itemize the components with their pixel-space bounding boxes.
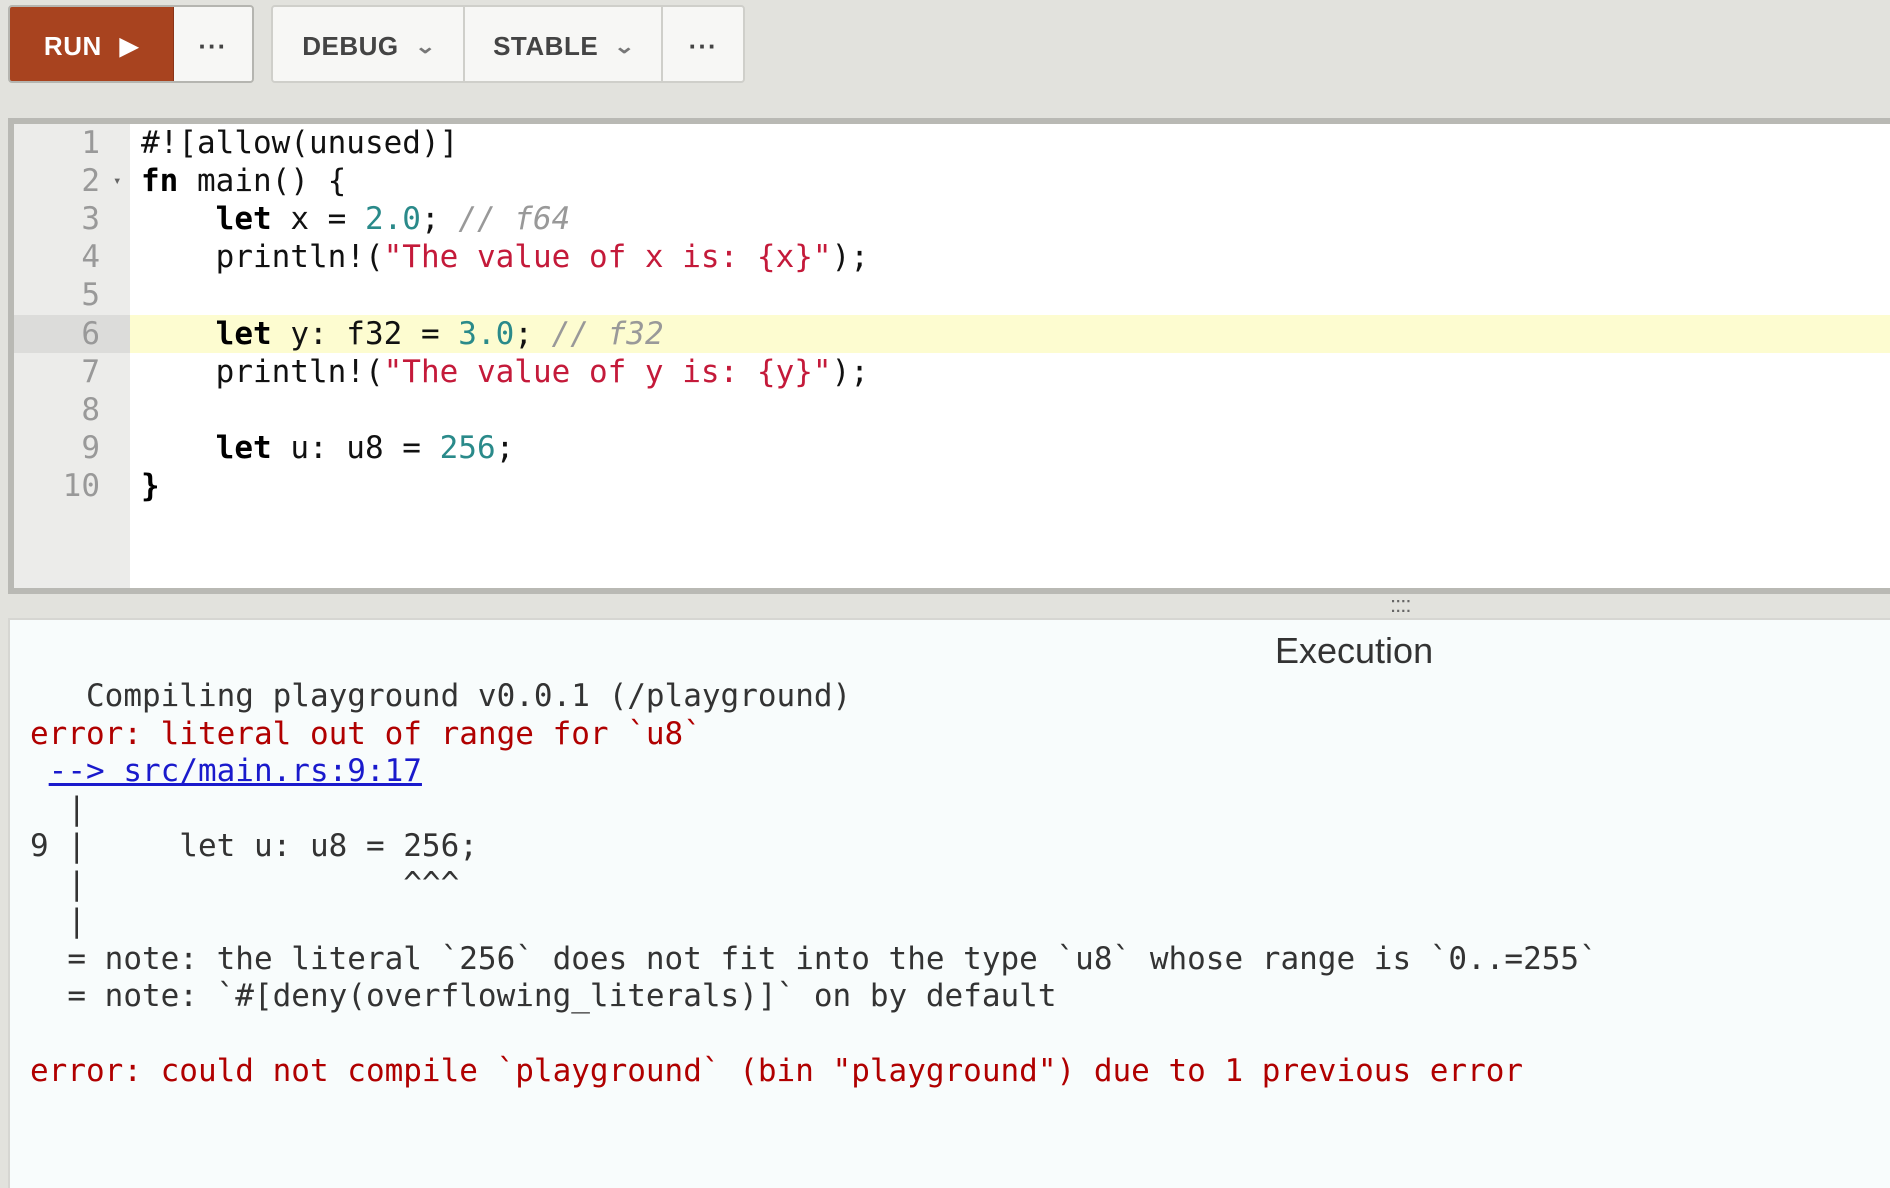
output-log: Compiling playground v0.0.1 (/playground… [30, 678, 1598, 1091]
output-line: --> src/main.rs:9:17 [30, 753, 422, 789]
source-location-link[interactable]: --> src/main.rs:9:17 [49, 753, 422, 789]
output-line: = note: the literal `256` does not fit i… [30, 940, 1598, 977]
code-text: fn main() { [141, 163, 347, 200]
code-text: println!("The value of y is: {y}"); [141, 353, 869, 390]
code-text: let u: u8 = 256; [215, 429, 515, 466]
pane-splitter[interactable]: :::: [0, 594, 1890, 618]
code-text: } [141, 467, 160, 504]
toolbar: RUN ▶ ··· DEBUG ⌄ STABLE ⌄ ··· [8, 5, 1888, 85]
code-line[interactable]: 1 #![allow(unused)] [14, 124, 1890, 162]
line-number: 9 [81, 429, 100, 466]
more-icon: ··· [688, 30, 718, 61]
code-text: println!("The value of x is: {x}"); [141, 239, 869, 276]
output-title: Execution [1275, 630, 1434, 671]
code-text: #![allow(unused)] [141, 125, 459, 161]
code-line[interactable]: 7 println!("The value of y is: {y}"); [14, 353, 1890, 391]
fold-toggle-icon[interactable]: ▾ [113, 162, 121, 200]
line-number: 4 [81, 239, 100, 276]
more-icon: ··· [198, 30, 228, 61]
run-button[interactable]: RUN ▶ [10, 7, 174, 81]
run-button-group: RUN ▶ ··· [8, 5, 254, 83]
output-line: error: could not compile `playground` (b… [30, 1053, 1524, 1089]
line-number: 7 [81, 353, 100, 390]
line-number: 8 [81, 391, 100, 428]
code-line[interactable]: 10} [14, 467, 1890, 505]
output-panel: Execution Compiling playground v0.0.1 (/… [8, 618, 1890, 1188]
code-line[interactable]: 4 println!("The value of x is: {x}"); [14, 238, 1890, 276]
line-number: 3 [81, 201, 100, 238]
stable-label: STABLE [493, 30, 599, 61]
run-more-button[interactable]: ··· [173, 7, 252, 81]
output-line: Compiling playground v0.0.1 (/playground… [30, 678, 852, 714]
config-button-group: DEBUG ⌄ STABLE ⌄ ··· [271, 5, 745, 83]
code-line[interactable]: 6 let y: f32 = 3.0; // f32 [14, 314, 1890, 353]
output-line: error: literal out of range for `u8` [30, 715, 702, 752]
chevron-down-icon: ⌄ [613, 35, 637, 58]
code-text: let y: f32 = 3.0; // f32 [215, 315, 664, 352]
line-number: 6 [14, 314, 130, 353]
output-line: 9 | let u: u8 = 256; [30, 828, 478, 864]
code-line[interactable]: 2 ▾ fn main() { [14, 162, 1890, 200]
stable-dropdown[interactable]: STABLE ⌄ [465, 7, 664, 81]
line-number: 10 [62, 467, 100, 504]
output-line: | [30, 790, 86, 827]
output-line: | ^^^ [30, 865, 460, 902]
drag-handle-icon[interactable]: :::: [1390, 594, 1411, 616]
config-more-button[interactable]: ··· [663, 7, 743, 81]
chevron-down-icon: ⌄ [414, 35, 437, 58]
output-line: = note: `#[deny(overflowing_literals)]` … [30, 978, 1057, 1014]
debug-dropdown[interactable]: DEBUG ⌄ [273, 7, 466, 81]
code-line[interactable]: 9 let u: u8 = 256; [14, 429, 1890, 467]
code-text: let x = 2.0; // f64 [215, 201, 571, 238]
code-editor[interactable]: 1 #![allow(unused)] 2 ▾ fn main() {3 let x =… [8, 118, 1890, 594]
output-line: | [30, 903, 86, 939]
code-line[interactable]: 3 let x = 2.0; // f64 [14, 200, 1890, 238]
play-icon: ▶ [119, 32, 139, 60]
run-label: RUN [43, 30, 102, 61]
code-line[interactable]: 8 [14, 391, 1890, 429]
line-number: 1 [81, 125, 100, 161]
debug-label: DEBUG [302, 30, 399, 61]
code-line[interactable]: 5 [14, 276, 1890, 314]
line-number: 5 [81, 277, 100, 314]
